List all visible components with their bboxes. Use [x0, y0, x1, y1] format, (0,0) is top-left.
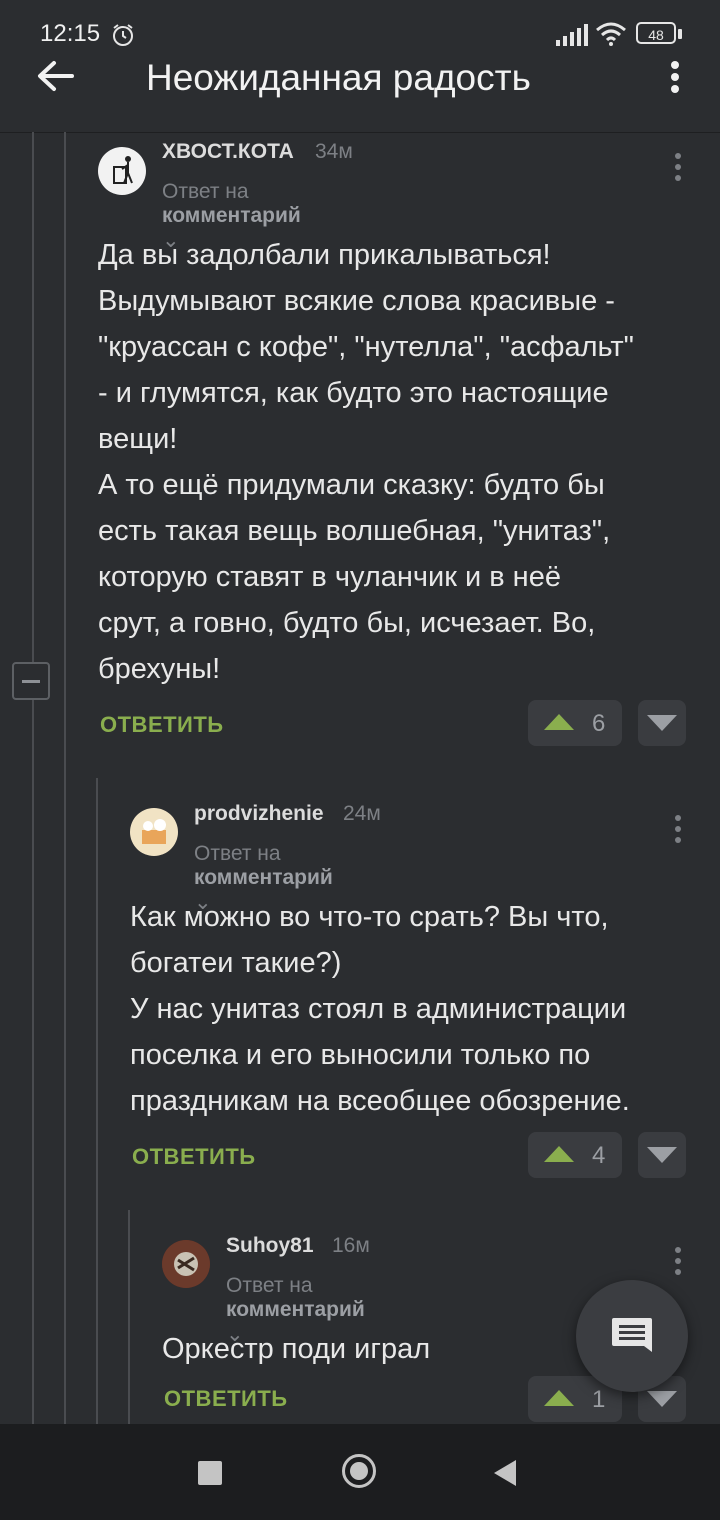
rating-count: 1 — [592, 1386, 606, 1413]
comment-time: 16м — [332, 1234, 370, 1257]
recents-icon[interactable] — [198, 1461, 222, 1485]
downvote-button[interactable] — [638, 700, 686, 746]
write-comment-button[interactable] — [576, 1280, 688, 1392]
rating-count: 6 — [592, 710, 606, 737]
thread-line — [64, 132, 66, 1424]
reply-button[interactable]: ОТВЕТИТЬ — [164, 1386, 288, 1412]
alarm-icon — [113, 24, 133, 46]
thread-line — [96, 778, 98, 1424]
arrow-down-icon — [647, 715, 677, 731]
reply-to-prefix: Ответ на — [226, 1274, 313, 1297]
page-title: Неожиданная радость — [146, 57, 531, 98]
upvote-button[interactable]: 4 — [528, 1132, 622, 1178]
signal-icon — [556, 24, 588, 46]
avatar[interactable] — [98, 147, 146, 195]
reply-to-target: комментарий — [194, 866, 333, 889]
arrow-up-icon — [544, 714, 574, 730]
upvote-button[interactable]: 6 — [528, 700, 622, 746]
arrow-up-icon — [544, 1390, 574, 1406]
more-vertical-icon[interactable] — [668, 814, 688, 848]
more-vertical-icon[interactable] — [668, 1246, 688, 1280]
comment-icon — [612, 1318, 652, 1352]
thread-line — [32, 132, 34, 662]
downvote-button[interactable] — [638, 1132, 686, 1178]
arrow-down-icon — [647, 1391, 677, 1407]
reply-to-target: комментарий — [162, 204, 301, 227]
comment-author[interactable]: Suhoy81 — [226, 1234, 314, 1258]
reply-button[interactable]: ОТВЕТИТЬ — [132, 1144, 256, 1170]
rating-count: 4 — [592, 1142, 606, 1169]
thread-line — [32, 700, 34, 1424]
arrow-left-icon[interactable] — [34, 60, 82, 108]
comment-author[interactable]: prodvizhenie — [194, 802, 324, 826]
system-nav-bar — [0, 1424, 720, 1520]
battery-level: 48 — [636, 22, 676, 44]
avatar[interactable] — [130, 808, 178, 856]
battery-icon: 48 — [636, 22, 682, 46]
more-vertical-icon[interactable] — [660, 60, 690, 100]
avatar[interactable] — [162, 1240, 210, 1288]
reply-to-prefix: Ответ на — [162, 180, 249, 203]
home-icon[interactable] — [342, 1454, 376, 1488]
back-triangle-icon[interactable] — [494, 1460, 516, 1486]
reply-to-prefix: Ответ на — [194, 842, 281, 865]
avatar-image-icon — [162, 1240, 210, 1288]
comment-text: Да вы задолбали прикалываться! Выдумываю… — [98, 239, 634, 685]
arrow-up-icon — [544, 1146, 574, 1162]
reply-button[interactable]: ОТВЕТИТЬ — [100, 712, 224, 738]
status-bar: 12:15 48 — [0, 0, 720, 60]
wifi-icon — [596, 22, 626, 46]
comment-text: Как можно во что-то срать? Вы что, богат… — [130, 901, 630, 1117]
comment-text: Оркестр поди играл — [162, 1333, 431, 1365]
comment-time: 34м — [315, 140, 353, 163]
trash-bin-icon — [113, 156, 133, 184]
app-header: Неожиданная радость — [0, 57, 720, 133]
more-vertical-icon[interactable] — [668, 152, 688, 186]
reply-to-target: комментарий — [226, 1298, 365, 1321]
status-time: 12:15 — [40, 20, 101, 47]
thread-line — [128, 1210, 130, 1424]
comment-author[interactable]: ХВОСТ.КОТА — [162, 140, 294, 164]
avatar-image-icon — [142, 819, 166, 844]
collapse-thread-button[interactable] — [12, 662, 50, 700]
arrow-down-icon — [647, 1147, 677, 1163]
comment-time: 24м — [343, 802, 381, 825]
